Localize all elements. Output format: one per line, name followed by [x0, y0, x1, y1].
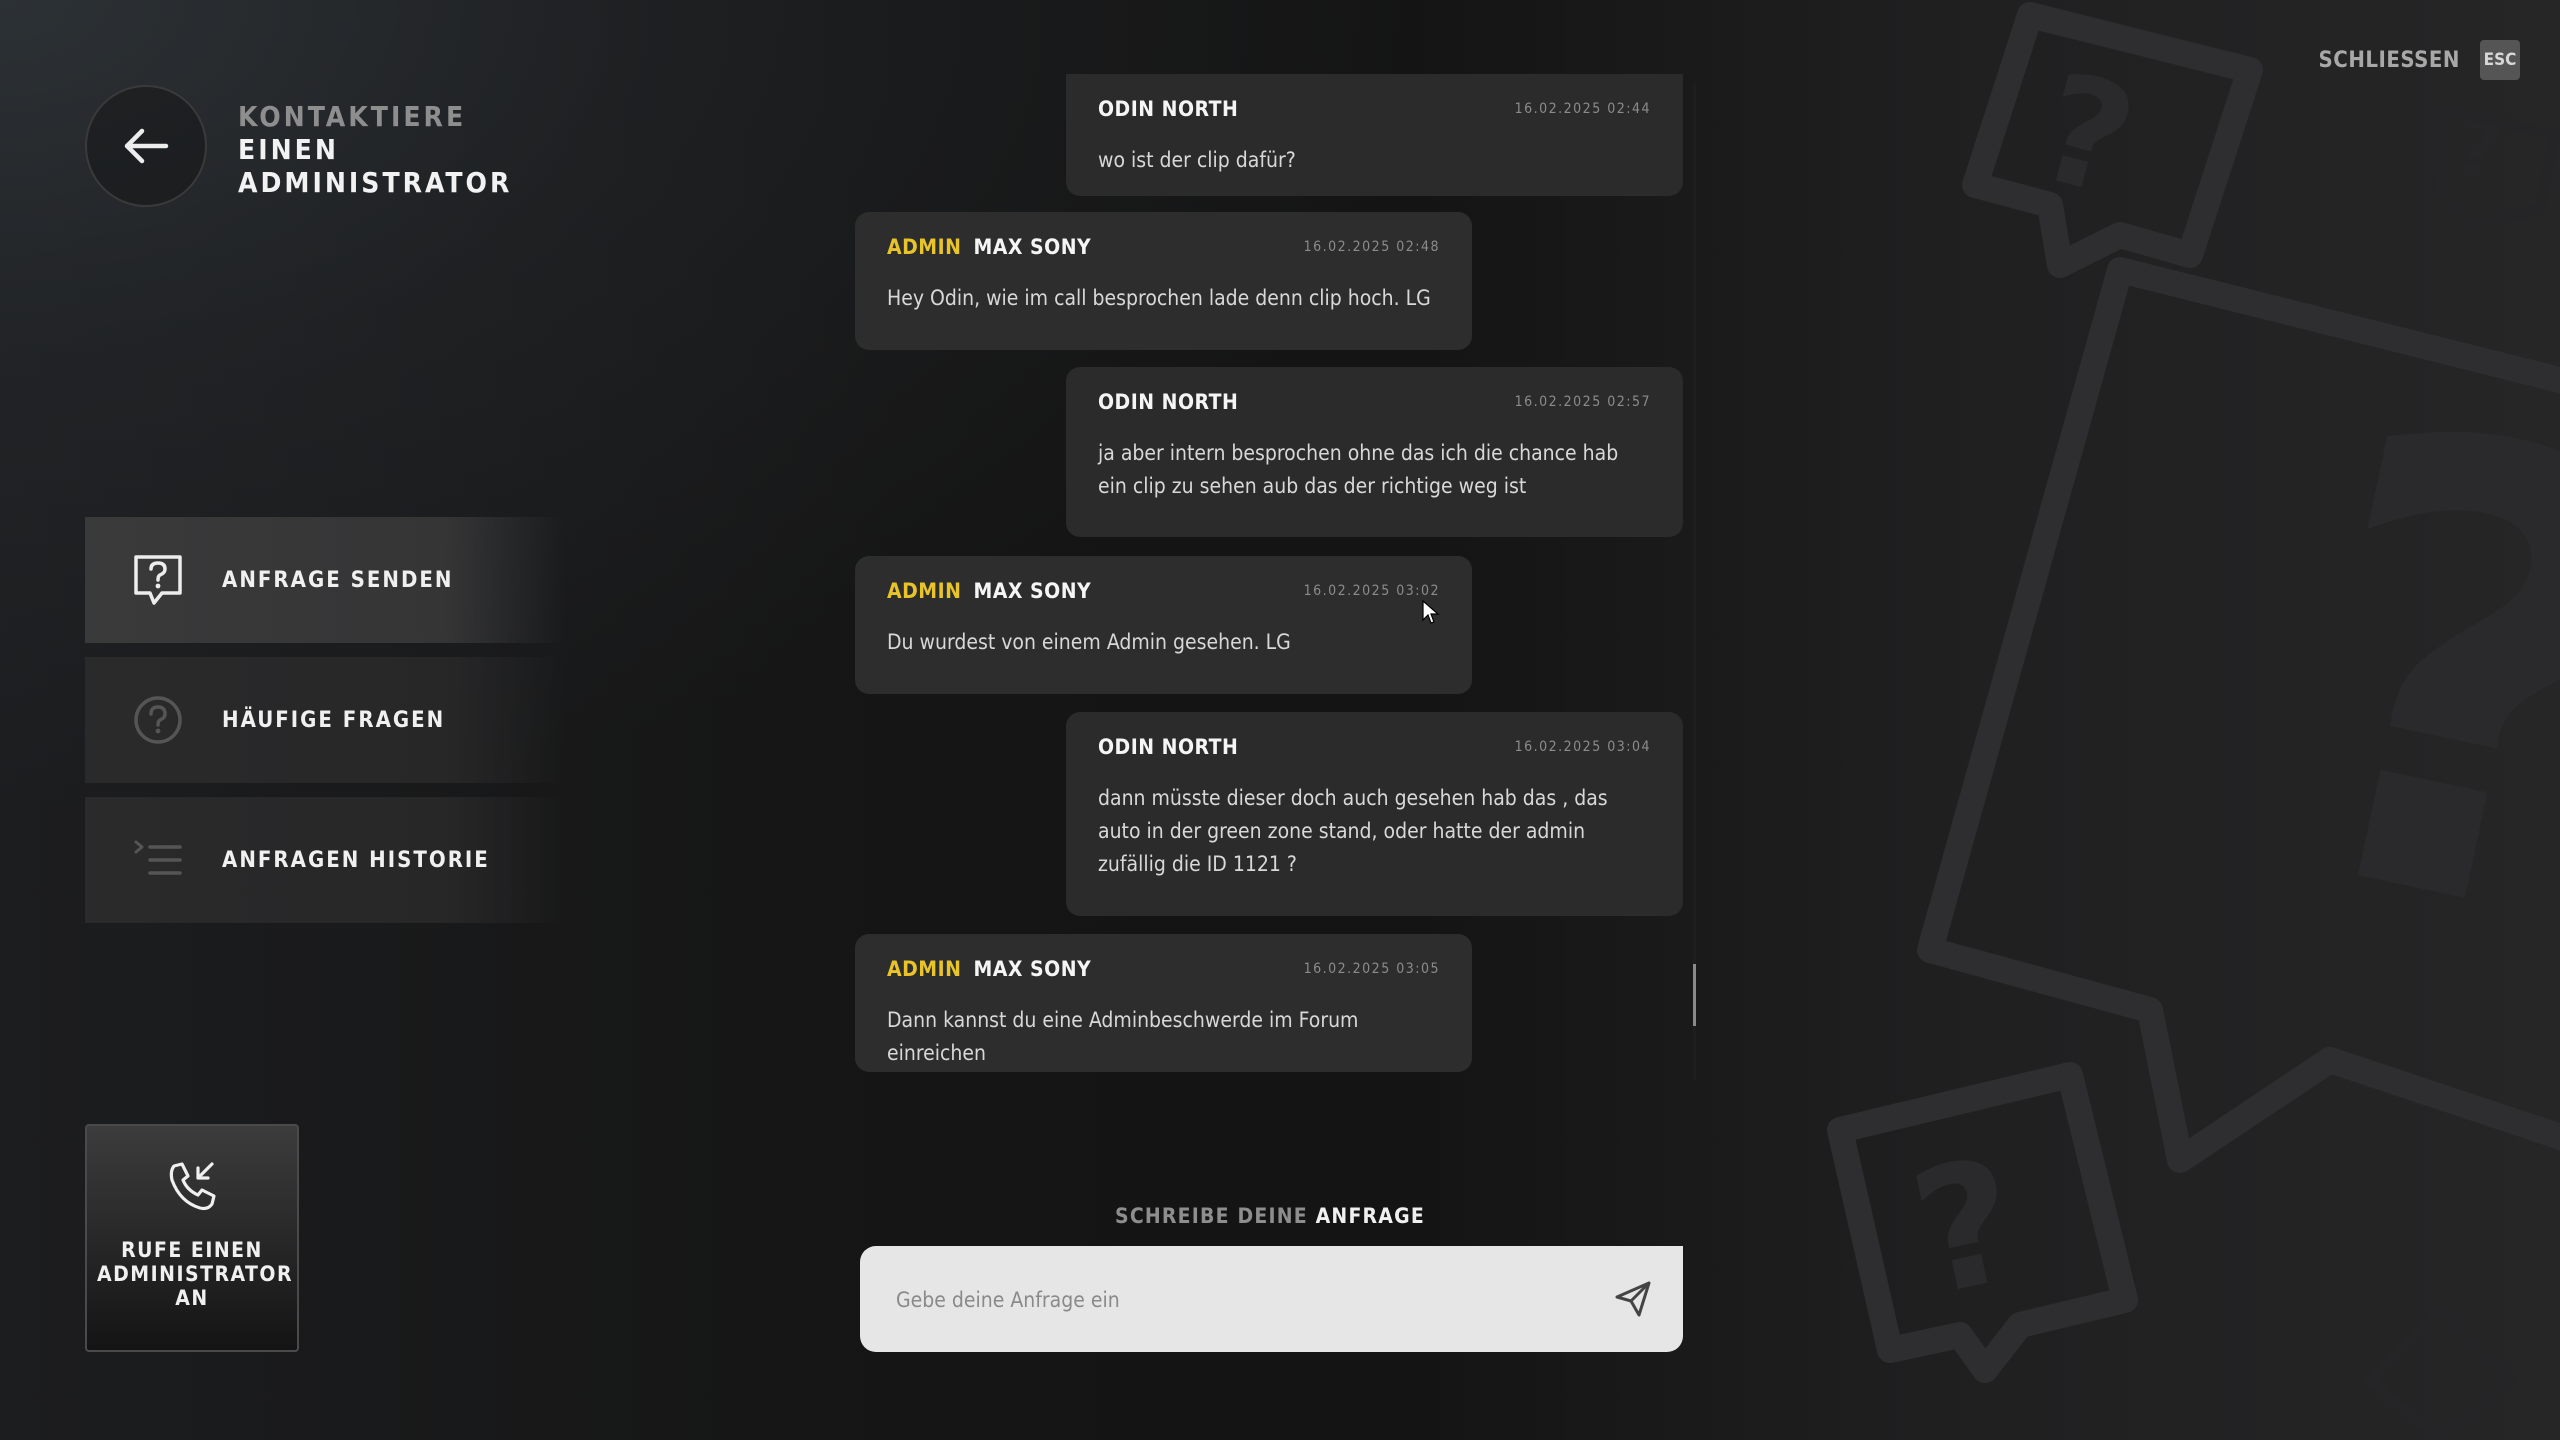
send-icon[interactable]	[1613, 1279, 1653, 1319]
question-bubble-icon	[130, 552, 186, 608]
message-text: wo ist der clip dafür?	[1098, 148, 1296, 172]
message-timestamp: 16.02.2025 03:05	[1303, 961, 1440, 977]
admin-role-badge: ADMIN	[887, 235, 962, 259]
scrollbar-thumb[interactable]	[1693, 964, 1696, 1026]
message-timestamp: 16.02.2025 03:02	[1303, 583, 1440, 599]
message-text: dann müsste dieser doch auch gesehen hab…	[1098, 786, 1608, 876]
chat-message-admin: ADMIN MAX SONY 16.02.2025 02:48 Hey Odin…	[855, 212, 1472, 350]
admin-role-badge: ADMIN	[887, 957, 962, 981]
menu-item-label: HÄUFIGE FRAGEN	[222, 707, 446, 733]
message-timestamp: 16.02.2025 03:04	[1514, 739, 1651, 755]
admin-role-badge: ADMIN	[887, 579, 962, 603]
list-history-icon	[130, 832, 186, 888]
request-input[interactable]	[894, 1246, 1578, 1354]
composer-label: SCHREIBE DEINE ANFRAGE	[860, 1204, 1680, 1228]
phone-incoming-icon	[169, 1162, 216, 1211]
message-timestamp: 16.02.2025 02:44	[1514, 101, 1651, 117]
call-admin-button[interactable]: RUFE EINEN ADMINISTRATOR AN	[85, 1124, 299, 1352]
contact-admin-screen: ? ? ? ? KONTAKTIERE EINEN ADMINISTRATOR …	[0, 0, 2560, 1440]
message-composer[interactable]	[860, 1246, 1683, 1354]
composer-label-dim: SCHREIBE DEINE	[1115, 1204, 1308, 1228]
question-circle-icon	[130, 692, 186, 748]
menu-item-anfrage-senden[interactable]: ANFRAGE SENDEN	[85, 517, 565, 643]
menu-item-haeufige-fragen[interactable]: HÄUFIGE FRAGEN	[85, 657, 565, 783]
message-author: MAX SONY	[973, 579, 1092, 603]
mouse-cursor-icon	[1422, 600, 1440, 624]
chat-scrollbar[interactable]	[1693, 84, 1696, 1080]
menu-item-label: ANFRAGEN HISTORIE	[222, 847, 490, 873]
message-author: ODIN NORTH	[1098, 390, 1239, 414]
message-timestamp: 16.02.2025 02:48	[1303, 239, 1440, 255]
title-line-2: EINEN	[238, 133, 339, 166]
chat-message-user: ODIN NORTH 16.02.2025 02:57 ja aber inte…	[1066, 367, 1683, 537]
page-title: KONTAKTIERE EINEN ADMINISTRATOR	[238, 100, 512, 199]
message-author: ODIN NORTH	[1098, 735, 1239, 759]
chat-message-admin: ADMIN MAX SONY 16.02.2025 03:02 Du wurde…	[855, 556, 1472, 694]
svg-text:?: ?	[2447, 101, 2509, 201]
close-control[interactable]: SCHLIESSEN ESC	[2319, 40, 2520, 80]
message-author: ODIN NORTH	[1098, 97, 1239, 121]
esc-key-badge[interactable]: ESC	[2480, 40, 2520, 80]
chat-message-user: ODIN NORTH 16.02.2025 02:44 wo ist der c…	[1066, 74, 1683, 196]
composer-label-bright: ANFRAGE	[1315, 1204, 1425, 1228]
chat-message-admin: ADMIN MAX SONY 16.02.2025 03:05 Dann kan…	[855, 934, 1472, 1072]
back-button[interactable]	[85, 85, 207, 207]
chat-message-user: ODIN NORTH 16.02.2025 03:04 dann müsste …	[1066, 712, 1683, 916]
arrow-left-icon	[124, 128, 169, 164]
message-text: Hey Odin, wie im call besprochen lade de…	[887, 286, 1431, 310]
menu-item-label: ANFRAGE SENDEN	[222, 567, 454, 593]
svg-text:?: ?	[2224, 292, 2560, 1072]
svg-text:?: ?	[2022, 40, 2151, 231]
message-author: MAX SONY	[973, 235, 1092, 259]
chat-messages[interactable]: ODIN NORTH 16.02.2025 02:44 wo ist der c…	[855, 74, 1685, 1084]
title-line-3: ADMINISTRATOR	[238, 166, 513, 199]
svg-text:?: ?	[1897, 1121, 2035, 1335]
message-text: Du wurdest von einem Admin gesehen. LG	[887, 630, 1291, 654]
message-timestamp: 16.02.2025 02:57	[1514, 394, 1651, 410]
message-author: MAX SONY	[973, 957, 1092, 981]
close-label[interactable]: SCHLIESSEN	[2319, 48, 2460, 73]
menu-item-anfragen-historie[interactable]: ANFRAGEN HISTORIE	[85, 797, 565, 923]
call-admin-label: RUFE EINEN ADMINISTRATOR AN	[97, 1238, 294, 1310]
message-text: Dann kannst du eine Adminbeschwerde im F…	[887, 1008, 1359, 1065]
message-text: ja aber intern besprochen ohne das ich d…	[1098, 441, 1619, 498]
title-line-1: KONTAKTIERE	[238, 100, 467, 133]
